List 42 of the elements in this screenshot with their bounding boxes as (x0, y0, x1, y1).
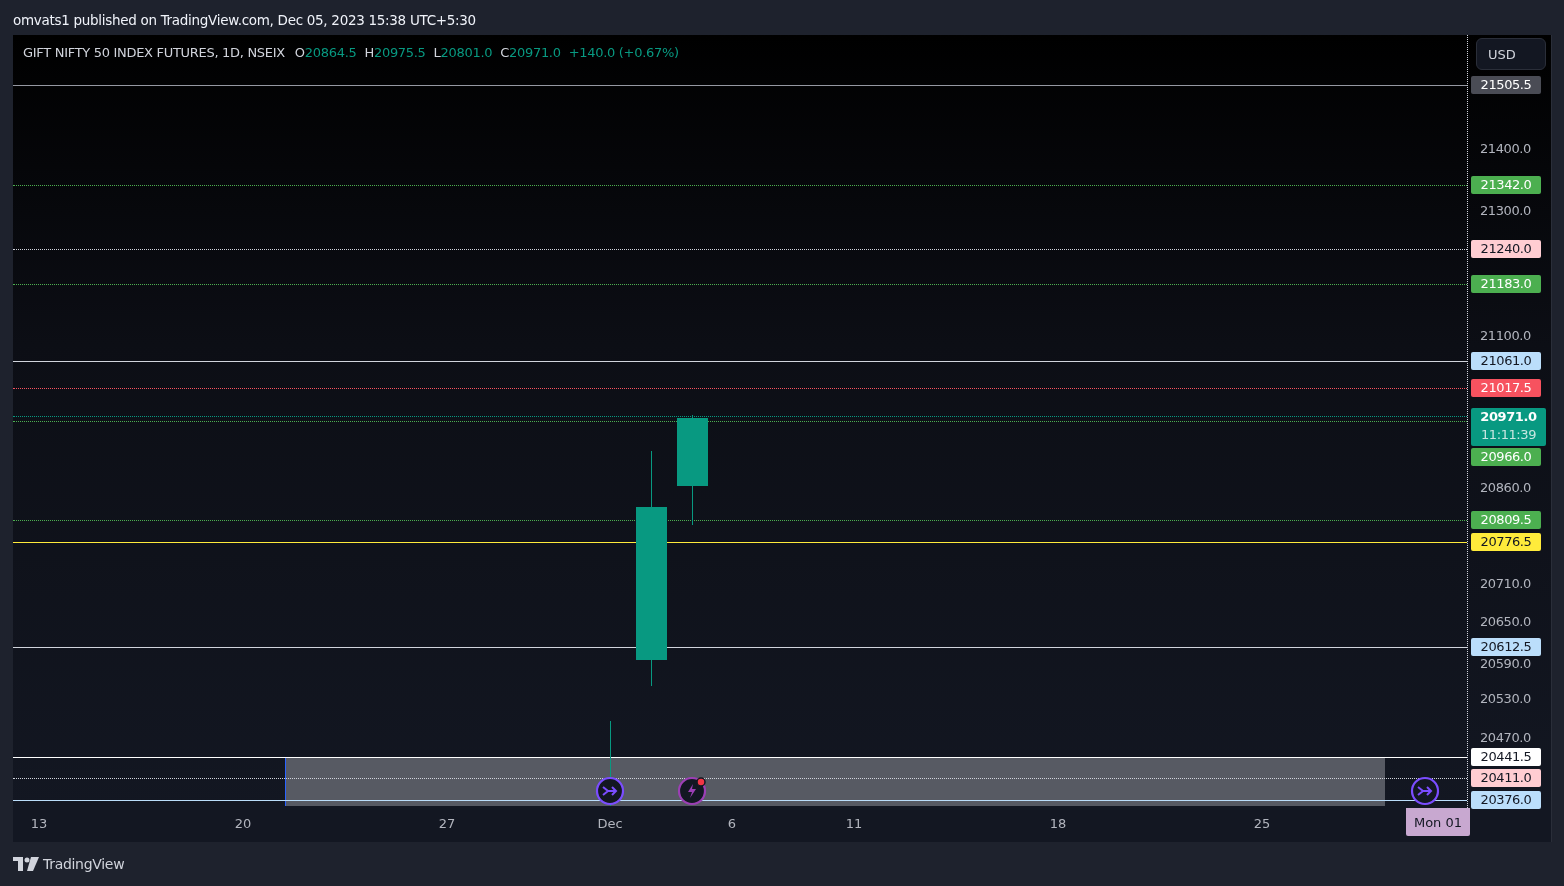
price-tag: 20411.0 (1471, 769, 1541, 787)
price-tick: 20470.0 (1480, 730, 1531, 746)
date-tick: 25 (1253, 816, 1271, 831)
price-tag: 20776.5 (1471, 533, 1541, 551)
price-tag: 20376.0 (1471, 791, 1541, 809)
price-tick: 20530.0 (1480, 691, 1531, 707)
date-marker: Mon 01 (1406, 808, 1470, 836)
current-price: 20971.0 (1479, 408, 1538, 426)
price-tag: 20441.5 (1471, 748, 1541, 766)
ohlc-value: O20864.5 (294, 45, 357, 60)
price-tag: 21183.0 (1471, 275, 1541, 293)
price-tick: 21300.0 (1480, 203, 1531, 219)
date-tick: 20 (234, 816, 252, 831)
price-tag: 21017.5 (1471, 379, 1541, 397)
price-tag: 20966.0 (1471, 448, 1541, 466)
date-tick: 6 (727, 816, 737, 831)
price-tag: 21505.5 (1471, 76, 1541, 94)
price-tag: 20612.5 (1471, 638, 1541, 656)
date-tick: Dec (597, 816, 623, 831)
logo-text[interactable]: TradingView (43, 856, 125, 872)
date-tick: 11 (845, 816, 863, 831)
currency-button[interactable]: USD (1476, 38, 1546, 70)
price-tag: 20809.5 (1471, 511, 1541, 529)
price-tick: 21400.0 (1480, 141, 1531, 157)
date-tick: 18 (1049, 816, 1067, 831)
publish-note: omvats1 published on TradingView.com, Dec 05, 2023 15:38 UTC+5:30 (13, 11, 476, 28)
price-tag: 21240.0 (1471, 240, 1541, 258)
price-change: +140.0 (+0.67%) (568, 45, 679, 60)
ohlc-value: C20971.0 (500, 45, 561, 60)
price-tick: 20860.0 (1480, 480, 1531, 496)
price-tag: 21061.0 (1471, 352, 1541, 370)
ohlc-value: L20801.0 (433, 45, 493, 60)
bar-countdown: 11:11:39 (1479, 426, 1538, 444)
price-tag: 21342.0 (1471, 176, 1541, 194)
price-tick: 20590.0 (1480, 656, 1531, 672)
price-tick: 20650.0 (1480, 614, 1531, 630)
price-tick: 21100.0 (1480, 328, 1531, 344)
symbol-title: GIFT NIFTY 50 INDEX FUTURES, 1D, NSEIX (23, 45, 285, 60)
price-tick: 20710.0 (1480, 576, 1531, 592)
date-tick: 13 (30, 816, 48, 831)
ohlc-value: H20975.5 (364, 45, 426, 60)
date-tick: 27 (438, 816, 456, 831)
